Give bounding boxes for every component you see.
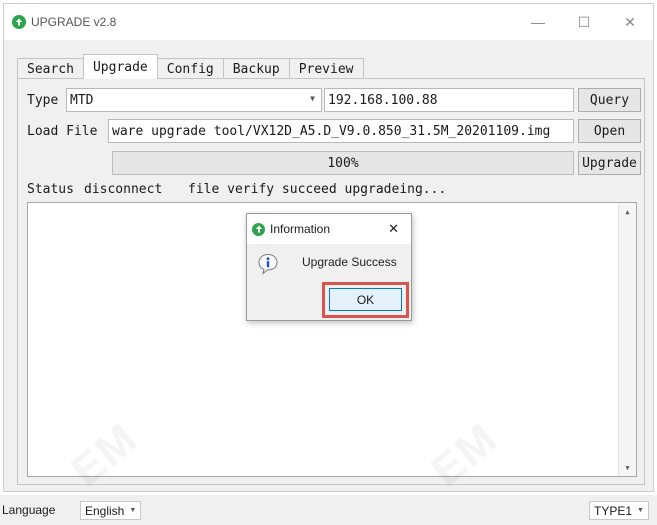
title-bar: UPGRADE v2.8 — ☐ ✕	[4, 4, 653, 40]
language-value: English	[85, 503, 125, 518]
status-message: file verify succeed upgradeing...	[188, 182, 447, 197]
language-label: Language	[2, 503, 56, 517]
status-label: Status	[27, 182, 74, 197]
minimize-button[interactable]: —	[515, 4, 561, 40]
close-button[interactable]: ✕	[607, 4, 653, 40]
load-file-label: Load File	[27, 124, 98, 139]
info-icon	[258, 253, 278, 275]
language-select[interactable]: English ▼	[80, 501, 142, 520]
information-dialog: Information ✕ Upgrade Success OK	[246, 213, 412, 321]
load-file-input[interactable]: ware upgrade tool/VX12D_A5.D_V9.0.850_31…	[108, 119, 574, 143]
dialog-message: Upgrade Success	[302, 255, 397, 269]
tab-strip: Search Upgrade Config Backup Preview	[17, 54, 364, 79]
tab-preview[interactable]: Preview	[288, 58, 364, 79]
dialog-body: Upgrade Success OK	[247, 244, 411, 320]
tab-upgrade[interactable]: Upgrade	[82, 54, 158, 79]
log-scrollbar[interactable]: ▲ ▼	[618, 203, 636, 476]
type-select[interactable]: MTD ▼	[66, 88, 322, 112]
scroll-up-icon[interactable]: ▲	[619, 203, 636, 220]
dialog-title: Information	[270, 222, 331, 236]
load-file-value: ware upgrade tool/VX12D_A5.D_V9.0.850_31…	[112, 123, 551, 139]
app-upload-icon	[12, 15, 26, 29]
upgrade-button[interactable]: Upgrade	[578, 151, 641, 175]
tab-search[interactable]: Search	[17, 58, 84, 79]
status-connection: disconnect	[84, 182, 163, 197]
type-mode-select[interactable]: TYPE1 ▼	[589, 501, 649, 520]
dialog-title-bar: Information ✕	[247, 214, 411, 244]
ip-address-input[interactable]: 192.168.100.88	[324, 88, 574, 112]
tab-config[interactable]: Config	[156, 58, 224, 79]
chevron-down-icon: ▼	[637, 507, 644, 514]
ok-button[interactable]: OK	[329, 288, 402, 311]
chevron-down-icon: ▼	[310, 94, 315, 103]
type-select-value: MTD	[70, 92, 94, 108]
ip-address-value: 192.168.100.88	[328, 92, 438, 108]
type-mode-value: TYPE1	[594, 503, 633, 518]
window-title: UPGRADE v2.8	[31, 15, 117, 29]
status-bar: Language English ▼ TYPE1 ▼	[0, 495, 657, 525]
upgrade-progress-bar: 100%	[112, 151, 574, 175]
chevron-down-icon: ▼	[129, 507, 137, 514]
scroll-down-icon[interactable]: ▼	[619, 459, 636, 476]
maximize-button[interactable]: ☐	[561, 4, 607, 40]
query-button[interactable]: Query	[578, 88, 641, 112]
type-label: Type	[27, 93, 59, 108]
dialog-close-button[interactable]: ✕	[388, 221, 399, 237]
tab-backup[interactable]: Backup	[222, 58, 290, 79]
open-button[interactable]: Open	[578, 119, 641, 143]
progress-text: 100%	[327, 155, 359, 171]
app-upload-icon	[252, 222, 265, 236]
